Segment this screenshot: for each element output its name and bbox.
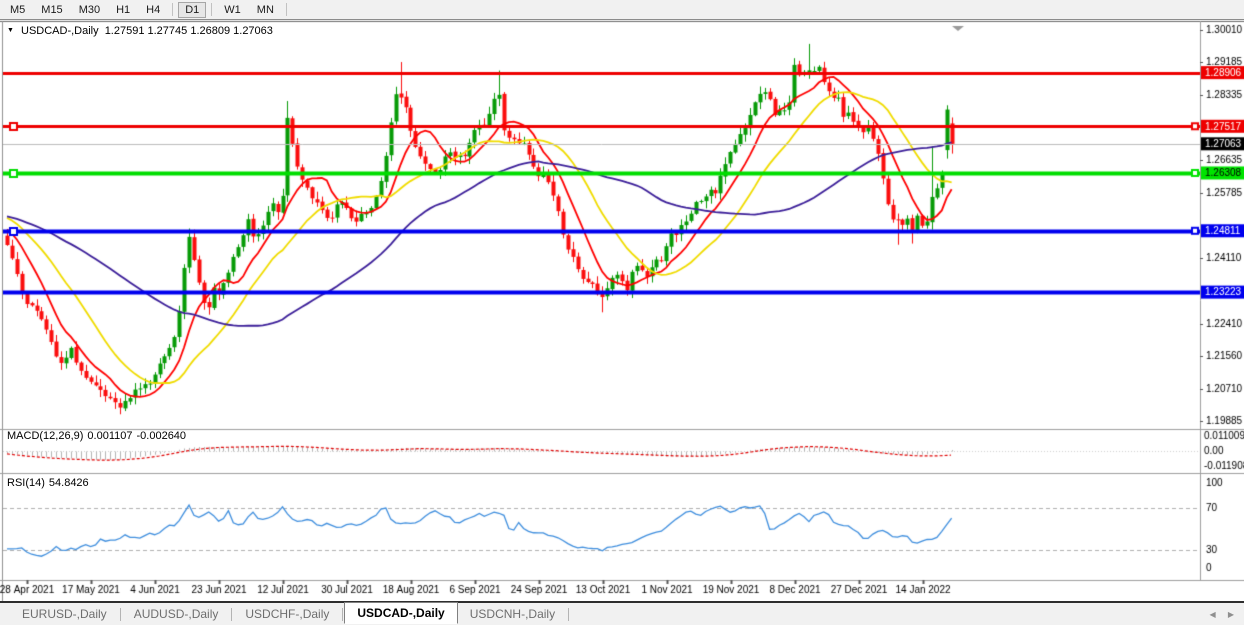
toolbar-separator (286, 3, 287, 16)
chart-canvas[interactable] (0, 0, 1244, 625)
tab-separator (231, 608, 232, 621)
rsi-name: RSI(14) (7, 477, 45, 489)
macd-main-value: 0.001107 (87, 430, 132, 442)
toolbar-separator (211, 3, 212, 16)
chart-tabs: EURUSD-,DailyAUDUSD-,DailyUSDCHF-,DailyU… (0, 603, 570, 625)
macd-name: MACD(12,26,9) (7, 430, 83, 442)
macd-indicator-label: MACD(12,26,9) 0.001107 -0.002640 (7, 430, 190, 442)
tab-scroll-arrows: ◀ ▶ (1199, 610, 1234, 619)
tab-usdcad-daily[interactable]: USDCAD-,Daily (344, 602, 457, 624)
tab-separator (568, 608, 569, 621)
timeframe-button-m15[interactable]: M15 (34, 2, 69, 18)
chart-title: ▼ USDCAD-,Daily 1.27591 1.27745 1.26809 … (7, 25, 276, 37)
timeframe-button-h1[interactable]: H1 (109, 2, 137, 18)
timeframe-button-m30[interactable]: M30 (72, 2, 107, 18)
timeframe-button-m5[interactable]: M5 (3, 2, 32, 18)
terminal-window: M5M15M30H1H4 D1 W1MN ▼ USDCAD-,Daily 1.275… (0, 0, 1244, 625)
tab-separator (120, 608, 121, 621)
tab-usdchf-daily[interactable]: USDCHF-,Daily (233, 604, 341, 624)
chart-ohlc-values: 1.27591 1.27745 1.26809 1.27063 (105, 25, 273, 37)
timeframe-button-mn[interactable]: MN (250, 2, 281, 18)
chart-symbol-period: USDCAD-,Daily (21, 25, 99, 37)
tab-scroll-left-icon[interactable]: ◀ (1209, 610, 1215, 619)
tab-audusd-daily[interactable]: AUDUSD-,Daily (122, 604, 231, 624)
macd-signal-value: -0.002640 (137, 430, 187, 442)
tab-usdcnh-daily[interactable]: USDCNH-,Daily (458, 604, 567, 624)
tab-scroll-right-icon[interactable]: ▶ (1228, 610, 1234, 619)
chart-tab-bar: EURUSD-,DailyAUDUSD-,DailyUSDCHF-,DailyU… (0, 601, 1244, 625)
tab-separator (342, 608, 343, 621)
timeframe-button-w1[interactable]: W1 (217, 2, 248, 18)
toolbar-separator (172, 3, 173, 16)
timeframe-button-h4[interactable]: H4 (139, 2, 167, 18)
tab-eurusd-daily[interactable]: EURUSD-,Daily (10, 604, 119, 624)
rsi-value: 54.8426 (49, 477, 89, 489)
collapse-arrow-icon[interactable]: ▼ (7, 27, 14, 34)
rsi-indicator-label: RSI(14) 54.8426 (7, 477, 93, 489)
timeframe-toolbar: M5M15M30H1H4 D1 W1MN (0, 0, 1244, 20)
timeframe-button-d1[interactable]: D1 (178, 2, 206, 18)
